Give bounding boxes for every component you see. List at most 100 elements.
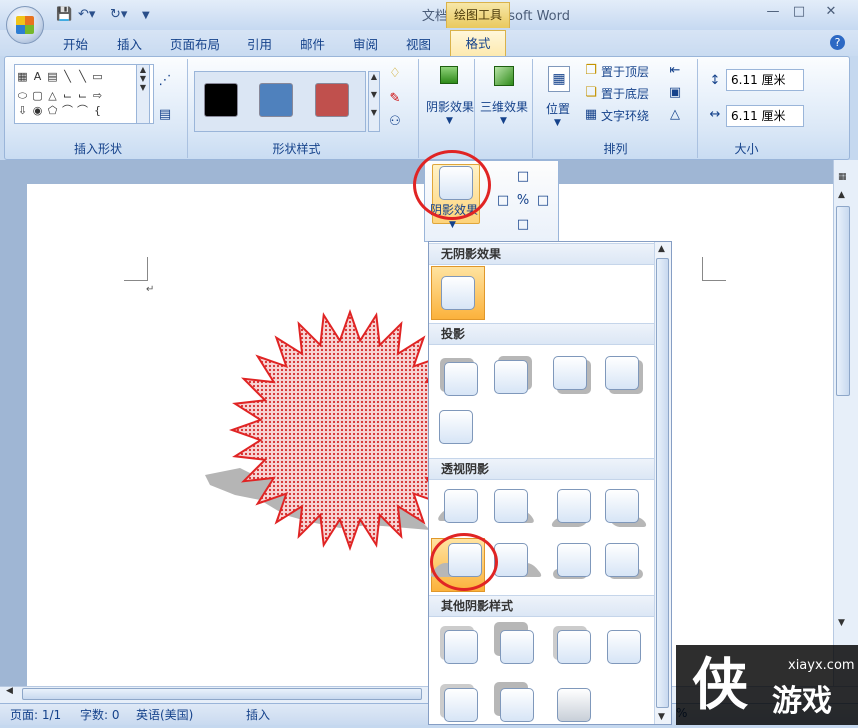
bring-to-front-icon[interactable]: ❐: [582, 62, 600, 80]
minimize-icon[interactable]: —: [760, 4, 786, 22]
scroll-up-icon[interactable]: ▲: [838, 190, 850, 200]
bring-to-front-label[interactable]: 置于顶层: [601, 63, 649, 80]
other-shadow-option[interactable]: [440, 626, 480, 666]
style-swatch-blue[interactable]: [259, 83, 293, 117]
other-shadow-option[interactable]: [494, 682, 534, 722]
elbow-connector-icon[interactable]: ⌙: [60, 88, 75, 103]
height-input[interactable]: 6.11 厘米: [726, 69, 804, 91]
restore-icon[interactable]: □: [786, 4, 812, 22]
gallery-scroll-down-icon[interactable]: ▼: [658, 712, 665, 722]
other-shadow-option[interactable]: [553, 688, 593, 728]
position-label[interactable]: 位置: [546, 100, 570, 117]
change-shape-icon[interactable]: ⚇: [386, 113, 404, 131]
3d-dropdown-icon[interactable]: ▼: [500, 116, 507, 126]
tab-format[interactable]: 格式: [450, 30, 506, 57]
styles-gallery-scroll[interactable]: ▲ ▼ ▼: [368, 71, 380, 132]
tab-page-layout[interactable]: 页面布局: [170, 34, 220, 53]
perspective-shadow-option[interactable]: [493, 489, 537, 529]
3d-effects-label[interactable]: 三维效果: [480, 98, 528, 115]
rounded-rect-icon[interactable]: ▢: [30, 88, 45, 103]
other-shadow-option[interactable]: [605, 626, 645, 666]
starburst-shape[interactable]: [200, 300, 440, 560]
shadow-nudge-up-icon[interactable]: □: [514, 168, 532, 186]
rotate-icon[interactable]: △: [666, 106, 684, 124]
shapes-gallery-scroll[interactable]: ▲ ▼ ▼: [136, 64, 150, 124]
shadow-popup-dropdown-icon[interactable]: ▼: [449, 220, 456, 230]
align-icon[interactable]: ⇤: [666, 62, 684, 80]
textbox-icon[interactable]: ▦: [15, 69, 30, 84]
send-to-back-label[interactable]: 置于底层: [601, 85, 649, 102]
edit-shape-icon[interactable]: ⋰: [156, 72, 174, 90]
status-page[interactable]: 页面: 1/1: [10, 706, 61, 723]
oval-icon[interactable]: ⬭: [15, 88, 30, 103]
shadow-toggle-icon[interactable]: %: [514, 192, 532, 210]
triangle-icon[interactable]: △: [45, 88, 60, 103]
gallery-scroll-thumb[interactable]: [656, 258, 669, 708]
style-swatch-red[interactable]: [315, 83, 349, 117]
arrow-down-icon[interactable]: ⇩: [15, 103, 30, 118]
tab-review[interactable]: 审阅: [353, 34, 378, 53]
drop-shadow-option[interactable]: [439, 410, 479, 450]
perspective-shadow-option[interactable]: [605, 489, 649, 529]
shadow-effects-label[interactable]: 阴影效果: [426, 98, 474, 115]
horizontal-scroll-thumb[interactable]: [22, 688, 422, 700]
scroll-down-icon[interactable]: ▼: [838, 618, 850, 628]
drop-shadow-option[interactable]: [553, 356, 593, 396]
polygon-icon[interactable]: ⬠: [45, 103, 60, 118]
text-wrapping-icon[interactable]: ▦: [582, 106, 600, 124]
close-icon[interactable]: ✕: [818, 4, 844, 22]
help-icon[interactable]: ?: [830, 35, 845, 50]
tab-mailings[interactable]: 邮件: [300, 34, 325, 53]
shapes-gallery[interactable]: ▦ A ▤ ╲ ╲ ▭ ⬭ ▢ △ ⌙ ⌙ ⇨ ⇩ ◉ ⬠ ⌒ ⌒{: [14, 64, 154, 124]
tab-view[interactable]: 视图: [406, 34, 431, 53]
perspective-shadow-option[interactable]: [494, 543, 544, 583]
position-dropdown-icon[interactable]: ▼: [554, 118, 561, 128]
curve-icon[interactable]: ⌒: [75, 103, 90, 118]
3d-effects-icon[interactable]: [494, 66, 514, 86]
no-shadow-tile[interactable]: [441, 276, 475, 310]
ruler-toggle-icon[interactable]: ▦: [838, 172, 850, 184]
style-swatch-black[interactable]: [204, 83, 238, 117]
line-color-icon[interactable]: ✎: [386, 90, 404, 108]
perspective-shadow-option[interactable]: [553, 543, 593, 583]
send-to-back-icon[interactable]: ❏: [582, 84, 600, 102]
shadow-effects-icon[interactable]: [440, 66, 458, 84]
status-words[interactable]: 字数: 0: [80, 706, 120, 723]
width-input[interactable]: 6.11 厘米: [726, 105, 804, 127]
perspective-shadow-option[interactable]: [549, 489, 593, 529]
perspective-shadow-option[interactable]: [605, 543, 645, 583]
shadow-nudge-right-icon[interactable]: □: [534, 192, 552, 210]
tab-references[interactable]: 引用: [247, 34, 272, 53]
drop-shadow-option[interactable]: [605, 356, 645, 396]
group-icon[interactable]: ▣: [666, 84, 684, 102]
drop-shadow-option[interactable]: [440, 358, 480, 398]
arrow-right-icon[interactable]: ⇨: [90, 88, 105, 103]
textbox-icon[interactable]: A: [30, 69, 45, 84]
other-shadow-option[interactable]: [494, 622, 534, 664]
scroll-left-icon[interactable]: ◀: [6, 686, 16, 696]
shadow-nudge-down-icon[interactable]: □: [514, 216, 532, 234]
curve-icon[interactable]: ⌒: [60, 103, 75, 118]
elbow-connector-icon[interactable]: ⌙: [75, 88, 90, 103]
vertical-textbox-icon[interactable]: ▤: [45, 69, 60, 84]
line-icon[interactable]: ╲: [60, 69, 75, 84]
drop-shadow-option[interactable]: [494, 356, 534, 396]
office-button[interactable]: [6, 6, 44, 44]
shadow-dropdown-icon[interactable]: ▼: [446, 116, 453, 126]
position-icon[interactable]: ▦: [548, 66, 570, 92]
fill-color-icon[interactable]: ♢: [386, 65, 404, 83]
text-box-draw-icon[interactable]: ▤: [156, 106, 174, 124]
freeform-icon[interactable]: ◉: [30, 103, 45, 118]
other-shadow-option[interactable]: [553, 626, 593, 666]
brace-icon[interactable]: {: [90, 103, 105, 118]
gallery-scroll-up-icon[interactable]: ▲: [658, 244, 665, 254]
vertical-scroll-thumb[interactable]: [836, 206, 850, 396]
text-wrapping-label[interactable]: 文字环绕: [601, 107, 649, 124]
perspective-shadow-option[interactable]: [435, 489, 480, 529]
status-insert-mode[interactable]: 插入: [246, 706, 270, 723]
shadow-nudge-left-icon[interactable]: □: [494, 192, 512, 210]
other-shadow-option[interactable]: [440, 684, 480, 724]
tab-insert[interactable]: 插入: [117, 34, 142, 53]
line-icon[interactable]: ╲: [75, 69, 90, 84]
tab-home[interactable]: 开始: [63, 34, 88, 53]
